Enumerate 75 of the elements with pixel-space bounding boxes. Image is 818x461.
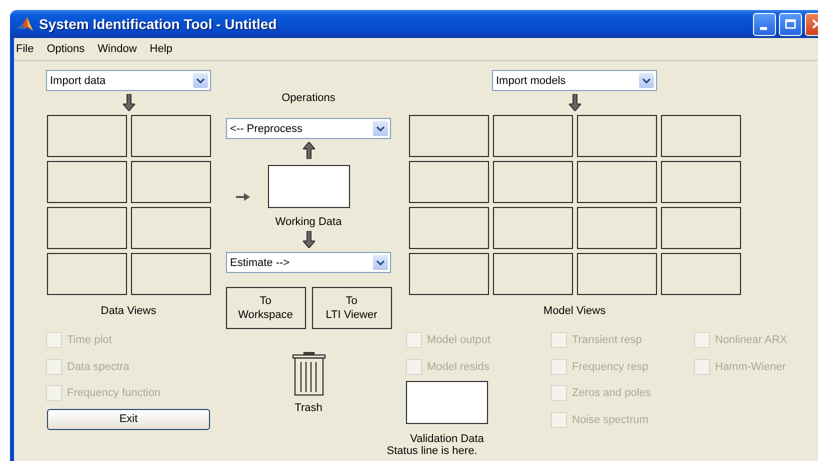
- chevron-down-icon: [376, 260, 385, 266]
- menu-item[interactable]: File: [16, 43, 34, 55]
- checkbox-label: Noise spectrum: [572, 414, 648, 426]
- empty-slot[interactable]: [130, 253, 210, 295]
- maximize-button[interactable]: [779, 12, 802, 36]
- checkbox-label: Model output: [427, 334, 491, 346]
- dropdown[interactable]: Import data: [46, 70, 211, 91]
- empty-slot[interactable]: [660, 207, 740, 249]
- checkbox-label: Nonlinear ARX: [715, 334, 788, 346]
- validation-data-slot[interactable]: [406, 381, 488, 424]
- logo-icon: [16, 16, 34, 32]
- export-button[interactable]: To Workspace: [226, 287, 306, 329]
- checkbox-label: Hamm-Wiener: [715, 360, 786, 373]
- section-label: Operations: [282, 92, 336, 106]
- empty-slot[interactable]: [130, 115, 210, 157]
- section-label: Model Views: [543, 305, 606, 319]
- trash-label: Trash: [294, 402, 322, 414]
- empty-slot[interactable]: [408, 161, 488, 203]
- empty-slot[interactable]: [492, 115, 572, 157]
- dropdown[interactable]: Import models: [492, 70, 657, 91]
- empty-slot[interactable]: [46, 115, 126, 157]
- empty-slot[interactable]: [408, 207, 488, 249]
- up-arrow-icon: [302, 142, 314, 159]
- minimize-icon: [760, 26, 766, 30]
- menu-item[interactable]: Options: [46, 43, 85, 55]
- menu-item[interactable]: Help: [150, 43, 172, 55]
- export-button[interactable]: To LTI Viewer: [312, 287, 392, 329]
- chevron-down-icon: [376, 126, 385, 132]
- empty-slot[interactable]: [492, 161, 572, 203]
- dropdown[interactable]: <-- Preprocess: [226, 118, 391, 139]
- empty-slot[interactable]: [576, 115, 656, 157]
- checkbox-label: Model resids: [427, 360, 490, 373]
- empty-slot[interactable]: [46, 253, 126, 295]
- dropdown[interactable]: Estimate -->: [226, 252, 391, 273]
- checkbox-label: Time plot: [67, 334, 112, 346]
- empty-slot[interactable]: [576, 161, 656, 203]
- checkbox-label: Transient resp: [572, 334, 642, 346]
- down-arrow-icon: [302, 231, 314, 248]
- checkbox-label: Frequency resp: [572, 360, 648, 373]
- exit-button[interactable]: Exit: [47, 408, 210, 430]
- working-data-slot[interactable]: [268, 165, 350, 208]
- checkbox-label: Zeros and poles: [572, 387, 651, 400]
- maximize-icon: [785, 19, 796, 29]
- empty-slot[interactable]: [130, 161, 210, 203]
- empty-slot[interactable]: [492, 253, 572, 295]
- menu-item[interactable]: Window: [98, 43, 137, 55]
- trash-icon: [292, 352, 326, 396]
- empty-slot[interactable]: [492, 207, 572, 249]
- empty-slot[interactable]: [408, 115, 488, 157]
- status-line: Status line is here.: [386, 445, 478, 457]
- empty-slot[interactable]: [408, 253, 488, 295]
- empty-slot[interactable]: [660, 161, 740, 203]
- down-arrow-icon: [122, 94, 134, 111]
- checkbox-label: Frequency function: [67, 387, 161, 400]
- empty-slot[interactable]: [576, 207, 656, 249]
- empty-slot[interactable]: [576, 253, 656, 295]
- down-arrow-icon: [568, 94, 580, 111]
- empty-slot[interactable]: [660, 253, 740, 295]
- empty-slot[interactable]: [130, 207, 210, 249]
- dropdown-arrow-button[interactable]: [193, 73, 208, 88]
- chevron-down-icon: [642, 78, 651, 84]
- dropdown-arrow-button[interactable]: [639, 73, 654, 88]
- empty-slot[interactable]: [660, 115, 740, 157]
- section-label: Data Views: [100, 305, 156, 319]
- dropdown-arrow-button[interactable]: [373, 255, 388, 270]
- minimize-button[interactable]: [753, 12, 776, 36]
- chevron-down-icon: [196, 78, 205, 84]
- right-arrow-icon: [236, 192, 250, 200]
- dropdown-arrow-button[interactable]: [373, 121, 388, 136]
- working-data-label: Working Data: [275, 216, 342, 228]
- empty-slot[interactable]: [46, 161, 126, 203]
- window-title: System Identification Tool - Untitled: [39, 16, 278, 32]
- empty-slot[interactable]: [46, 207, 126, 249]
- validation-data-label: Validation Data: [410, 433, 484, 445]
- checkbox-label: Data spectra: [67, 360, 130, 373]
